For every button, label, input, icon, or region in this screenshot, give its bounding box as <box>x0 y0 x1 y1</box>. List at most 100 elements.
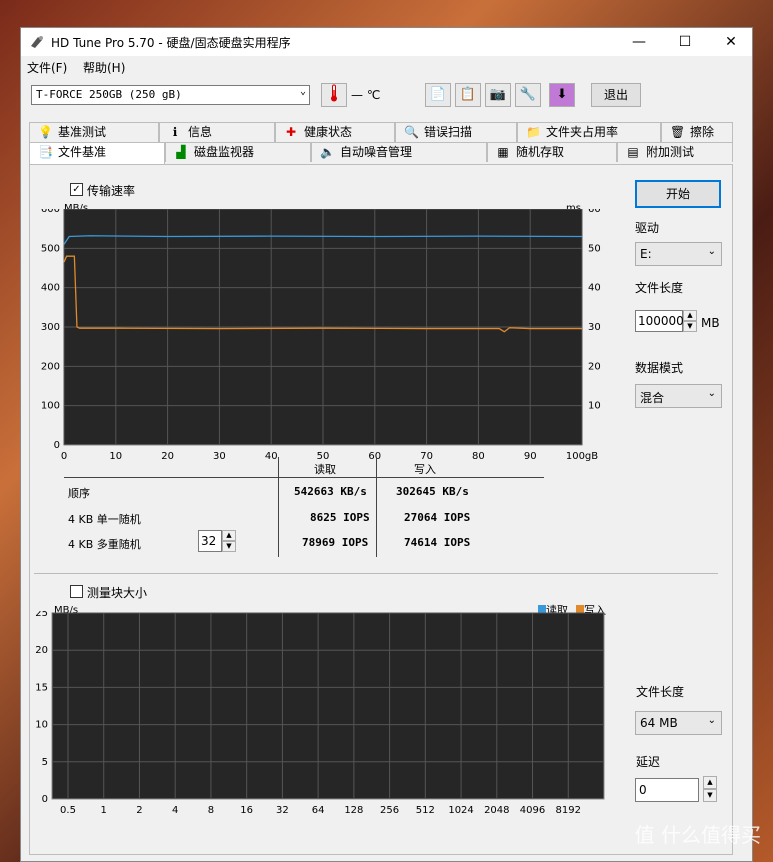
tab-info[interactable]: ℹ 信息 <box>159 122 275 142</box>
tab-row-2: 📑 文件基准 ▟ 磁盘监视器 🔈 自动噪音管理 ▦ 随机存取 ▤ 附加测试 <box>29 142 733 164</box>
result-read-value: 8625 IOPS <box>310 511 370 524</box>
random-access-icon: ▦ <box>497 145 509 159</box>
x-tick-label: 4 <box>172 805 178 816</box>
magnifier-icon: 🔍 <box>404 125 419 139</box>
tab-label: 文件基准 <box>58 145 107 159</box>
maximize-button[interactable]: ☐ <box>662 28 708 56</box>
result-write-value: 74614 IOPS <box>404 536 471 549</box>
drive-combo-value: E: <box>640 247 652 261</box>
download-icon[interactable]: ⬇ <box>549 83 575 107</box>
spin-up-icon[interactable]: ▲ <box>683 310 697 321</box>
y-left-tick-label: 500 <box>41 243 60 254</box>
tab-error-scan[interactable]: 🔍 错误扫描 <box>395 122 517 142</box>
tab-erase[interactable]: 🗑 擦除 <box>661 122 733 142</box>
tab-health[interactable]: ✚ 健康状态 <box>275 122 395 142</box>
toolbar: T-FORCE 250GB (250 gB) ⌄ — ℃ 📄 📋 📷 🔧 ⬇ 退… <box>21 76 752 114</box>
tab-row-1: 💡 基准测试 ℹ 信息 ✚ 健康状态 🔍 错误扫描 📁 文件夹占用率 🗑 擦除 <box>29 122 733 142</box>
x-tick-label: 2048 <box>484 805 509 816</box>
transfer-rate-checkbox[interactable]: ✓ <box>70 183 83 196</box>
drive-select-value: T-FORCE 250GB (250 gB) <box>36 88 182 101</box>
options-icon[interactable]: 🔧 <box>515 83 541 107</box>
file-length-input[interactable]: 100000 <box>635 310 684 332</box>
y-left-tick-label: 300 <box>41 322 60 333</box>
x-tick-label: 1024 <box>448 805 473 816</box>
drive-combo[interactable]: E: ⌄ <box>635 242 722 266</box>
tab-label: 擦除 <box>690 125 715 139</box>
tab-label: 基准测试 <box>58 125 107 139</box>
tab-folder-usage[interactable]: 📁 文件夹占用率 <box>517 122 661 142</box>
block-size-checkbox[interactable] <box>70 585 83 598</box>
tab-label: 文件夹占用率 <box>546 125 619 139</box>
window-title: HD Tune Pro 5.70 - 硬盘/固态硬盘实用程序 <box>51 36 291 50</box>
tab-label: 错误扫描 <box>424 125 473 139</box>
result-label: 顺序 <box>68 487 90 500</box>
separator <box>34 573 718 574</box>
close-button[interactable]: ✕ <box>708 28 754 56</box>
monitor-chart-icon: ▟ <box>176 145 186 159</box>
trash-icon: 🗑 <box>670 125 686 139</box>
thermometer-icon[interactable] <box>321 83 347 107</box>
copy-text-icon[interactable]: 📄 <box>425 83 451 107</box>
spin-down-icon[interactable]: ▼ <box>222 541 236 552</box>
data-mode-combo[interactable]: 混合 ⌄ <box>635 384 722 408</box>
x-tick-label: 16 <box>240 805 253 816</box>
tab-disk-monitor[interactable]: ▟ 磁盘监视器 <box>165 142 311 162</box>
file-benchmark-icon: 📑 <box>38 145 53 159</box>
x-tick-label: 4096 <box>520 805 545 816</box>
start-button[interactable]: 开始 <box>635 180 721 208</box>
tab-aam[interactable]: 🔈 自动噪音管理 <box>311 142 487 162</box>
minimize-button[interactable]: — <box>616 28 662 56</box>
x-tick-label: 80 <box>472 451 485 462</box>
tab-label: 信息 <box>188 125 213 139</box>
x-tick-label: 256 <box>380 805 399 816</box>
app-window: HD Tune Pro 5.70 - 硬盘/固态硬盘实用程序 — ☐ ✕ 文件(… <box>20 27 753 862</box>
copy-info-icon[interactable]: 📋 <box>455 83 481 107</box>
tab-extra-tests[interactable]: ▤ 附加测试 <box>617 142 733 162</box>
menu-file[interactable]: 文件(F) <box>27 59 67 76</box>
camera-icon[interactable]: 📷 <box>485 83 511 107</box>
y-origin-label: 0 <box>54 440 60 451</box>
bulb-icon: 💡 <box>38 125 53 139</box>
queue-depth-input[interactable]: 32 <box>198 530 222 552</box>
y-right-tick-label: 20 <box>588 361 601 372</box>
y-tick-label: 15 <box>35 682 48 693</box>
result-label: 4 KB 单一随机 <box>68 513 141 526</box>
file-length-2-combo[interactable]: 64 MB ⌄ <box>635 711 722 735</box>
spin-up-icon[interactable]: ▲ <box>703 776 717 789</box>
menu-help[interactable]: 帮助(H) <box>83 59 125 76</box>
file-benchmark-panel: ✓ 传输速率 MB/s ms 0102030405060708090100gB1… <box>29 164 733 855</box>
spin-up-icon[interactable]: ▲ <box>222 530 236 541</box>
divider <box>278 457 279 557</box>
tab-file-benchmark[interactable]: 📑 文件基准 <box>29 142 165 164</box>
y-left-tick-label: 600 <box>41 209 60 215</box>
data-mode-value: 混合 <box>640 391 665 405</box>
exit-button[interactable]: 退出 <box>591 83 641 107</box>
y-right-tick-label: 60 <box>588 209 601 215</box>
x-tick-label: 90 <box>524 451 537 462</box>
tab-random-access[interactable]: ▦ 随机存取 <box>487 142 617 162</box>
x-tick-label: 512 <box>416 805 435 816</box>
temperature-readout: — ℃ <box>351 88 381 102</box>
y-tick-label: 25 <box>35 611 48 619</box>
spin-down-icon[interactable]: ▼ <box>683 321 697 332</box>
y-tick-label: 20 <box>35 645 48 656</box>
drive-select[interactable]: T-FORCE 250GB (250 gB) ⌄ <box>31 85 310 105</box>
divider <box>64 477 544 478</box>
x-tick-label: 30 <box>213 451 226 462</box>
results-header-read: 读取 <box>314 463 336 476</box>
x-tick-label: 1 <box>101 805 107 816</box>
result-read-value: 542663 KB/s <box>294 485 367 498</box>
x-tick-label: 0 <box>61 451 67 462</box>
data-mode-label: 数据模式 <box>635 361 684 375</box>
spin-down-icon[interactable]: ▼ <box>703 789 717 802</box>
x-tick-label: 60 <box>368 451 381 462</box>
y-left-tick-label: 100 <box>41 401 60 412</box>
delay-input[interactable]: 0 <box>635 778 699 802</box>
y-left-tick-label: 200 <box>41 361 60 372</box>
y-left-tick-label: 400 <box>41 283 60 294</box>
drive-label: 驱动 <box>635 221 660 235</box>
chevron-down-icon: ⌄ <box>707 388 716 399</box>
tab-benchmark[interactable]: 💡 基准测试 <box>29 122 159 142</box>
extra-tests-icon: ▤ <box>627 145 639 159</box>
file-length-2-value: 64 MB <box>640 716 678 730</box>
